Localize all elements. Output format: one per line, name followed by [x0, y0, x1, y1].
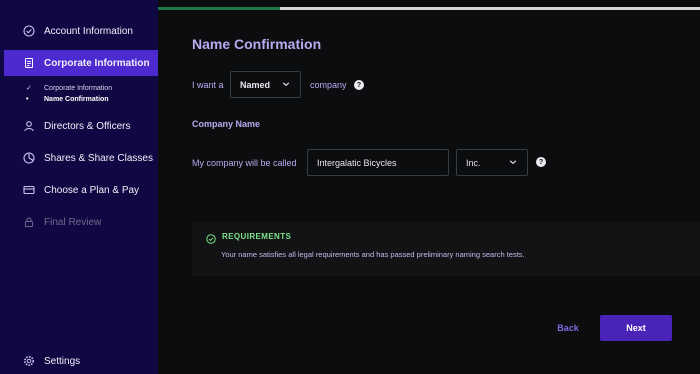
company-name-value: Intergalatic Bicycles — [317, 157, 397, 168]
subitem-label: Name Confirmation — [44, 96, 109, 103]
requirements-text: Your name satisfies all legal requiremen… — [221, 250, 525, 259]
want-prefix-label: I want a — [192, 80, 224, 90]
company-suffix-select[interactable]: Inc. — [456, 149, 528, 176]
sidebar-item-label: Final Review — [44, 216, 102, 228]
back-button[interactable]: Back — [550, 320, 586, 336]
sidebar-item-plan-pay[interactable]: Choose a Plan & Pay — [4, 177, 158, 203]
help-icon[interactable]: ? — [536, 157, 546, 167]
subitem-name-confirmation[interactable]: • Name Confirmation — [26, 96, 109, 103]
chevron-down-icon — [509, 158, 517, 166]
help-icon[interactable]: ? — [354, 80, 364, 90]
check-circle-icon — [206, 231, 216, 244]
sidebar-item-shares[interactable]: Shares & Share Classes — [4, 145, 158, 171]
sidebar-item-account-information[interactable]: Account Information — [4, 18, 158, 44]
sidebar-item-final-review: Final Review — [4, 209, 158, 235]
want-suffix-label: company — [310, 80, 347, 90]
bullet-icon: • — [26, 96, 29, 103]
sidebar-item-settings[interactable]: Settings — [4, 348, 158, 374]
sidebar-item-label: Account Information — [44, 25, 133, 37]
document-icon — [23, 57, 35, 69]
person-icon — [23, 120, 35, 132]
lock-icon — [23, 216, 35, 228]
next-button[interactable]: Next — [600, 315, 672, 341]
requirements-title: REQUIREMENTS — [222, 232, 292, 241]
company-type-select[interactable]: Named — [230, 71, 301, 98]
pie-chart-icon — [23, 152, 35, 164]
credit-card-icon — [23, 184, 35, 196]
subitem-corporate-information[interactable]: ✓ Corporate Information — [26, 84, 112, 93]
sidebar-item-label: Corporate Information — [44, 57, 150, 69]
company-type-value: Named — [240, 79, 271, 90]
company-name-input[interactable]: Intergalatic Bicycles — [307, 149, 449, 176]
requirements-panel — [192, 222, 700, 276]
check-circle-icon — [23, 25, 35, 37]
subitem-label: Corporate Information — [44, 84, 113, 92]
check-icon: ✓ — [26, 85, 32, 92]
chevron-down-icon — [282, 80, 290, 88]
company-suffix-value: Inc. — [466, 157, 481, 168]
company-called-label: My company will be called — [192, 158, 297, 168]
sidebar-item-label: Shares & Share Classes — [44, 152, 153, 164]
settings-label: Settings — [44, 355, 81, 367]
progress-fill — [158, 7, 281, 10]
section-title: Company Name — [192, 119, 261, 129]
sidebar-item-directors-officers[interactable]: Directors & Officers — [4, 113, 158, 139]
sidebar-item-label: Choose a Plan & Pay — [44, 184, 140, 196]
progress-bar — [158, 7, 700, 10]
page-title: Name Confirmation — [192, 36, 322, 52]
sidebar: Account Information Corporate Informatio… — [0, 0, 158, 374]
sidebar-item-label: Directors & Officers — [44, 120, 131, 132]
sidebar-item-corporate-information[interactable]: Corporate Information — [4, 50, 158, 76]
gear-icon — [23, 355, 35, 367]
